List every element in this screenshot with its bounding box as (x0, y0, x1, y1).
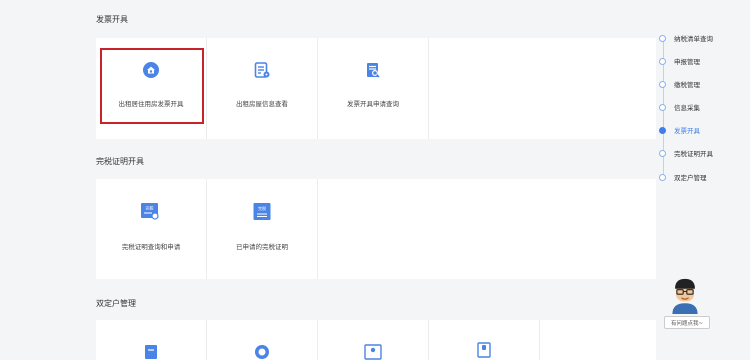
nav-item-tax-certificate[interactable]: 完税证明开具 (656, 147, 713, 159)
section-title-tax-certificate: 完税证明开具 (96, 157, 144, 166)
nav-item-declaration[interactable]: 申报管理 (656, 55, 700, 67)
nav-label: 双定户管理 (674, 174, 707, 182)
document-settings-icon (254, 62, 270, 78)
nav-label: 发票开具 (674, 127, 700, 135)
card-empty (318, 179, 428, 279)
card-label: 发票开具申请查询 (347, 100, 399, 108)
nav-label: 完税证明开具 (674, 150, 713, 158)
card-fixed-3[interactable] (318, 320, 429, 360)
document-icon (145, 345, 157, 359)
nav-label: 纳税清单查询 (674, 35, 713, 43)
nav-dot (659, 34, 666, 42)
card-label: 出租房屋信息查看 (236, 100, 288, 108)
nav-dot-active (659, 126, 666, 134)
card-rental-info[interactable]: 出租房屋信息查看 (207, 38, 318, 139)
nav-label: 缴税管理 (674, 81, 700, 89)
card-label: 已申请的完税证明 (236, 243, 288, 251)
help-bubble[interactable]: 有问题点我~ (664, 316, 710, 329)
nav-dot (659, 173, 666, 181)
tax-certificate-search-icon: 完税 (141, 203, 159, 220)
card-invoice-application-query[interactable]: 发票开具申请查询 (318, 38, 429, 139)
nav-item-tax-list-query[interactable]: 纳税清单查询 (656, 32, 713, 44)
card-fixed-4[interactable] (429, 320, 540, 360)
card-fixed-1[interactable] (96, 320, 207, 360)
section-title-fixed-households: 双定户管理 (96, 299, 136, 308)
fixed-households-card-row (96, 320, 656, 360)
circle-icon (255, 345, 269, 359)
nav-dot (659, 80, 666, 88)
card-tax-certificate-query-apply[interactable]: 完税 完税证明查询和申请 (96, 179, 207, 279)
icon-badge-text: 完税 (146, 205, 154, 211)
nav-item-payment[interactable]: 缴税管理 (656, 78, 700, 90)
card-empty (540, 320, 650, 360)
certificate-icon (364, 344, 382, 360)
card-label: 完税证明查询和申请 (121, 243, 181, 251)
nav-item-info-collection[interactable]: 信息采集 (656, 101, 700, 113)
nav-dot (659, 57, 666, 65)
nav-label: 信息采集 (674, 104, 700, 112)
nav-item-invoice[interactable]: 发票开具 (656, 124, 700, 136)
card-fixed-2[interactable] (207, 320, 318, 360)
nav-dot (659, 103, 666, 111)
tax-certificate-icon: 完税 (253, 203, 271, 220)
nav-dot (659, 149, 666, 157)
id-card-icon (477, 342, 491, 358)
tax-certificate-card-row: 完税 完税证明查询和申请 完税 已申请的完税证明 (96, 179, 656, 279)
section-title-invoice: 发票开具 (96, 15, 128, 24)
card-applied-tax-certificate[interactable]: 完税 已申请的完税证明 (207, 179, 318, 279)
nav-label: 申报管理 (674, 58, 700, 66)
assistant-avatar-icon (672, 278, 698, 314)
highlight-box (100, 48, 204, 124)
card-empty (429, 38, 539, 139)
nav-item-fixed-households[interactable]: 双定户管理 (656, 171, 707, 183)
document-search-icon (367, 63, 380, 78)
help-assistant[interactable]: 有问题点我~ (664, 276, 710, 331)
icon-badge-text: 完税 (258, 205, 266, 211)
